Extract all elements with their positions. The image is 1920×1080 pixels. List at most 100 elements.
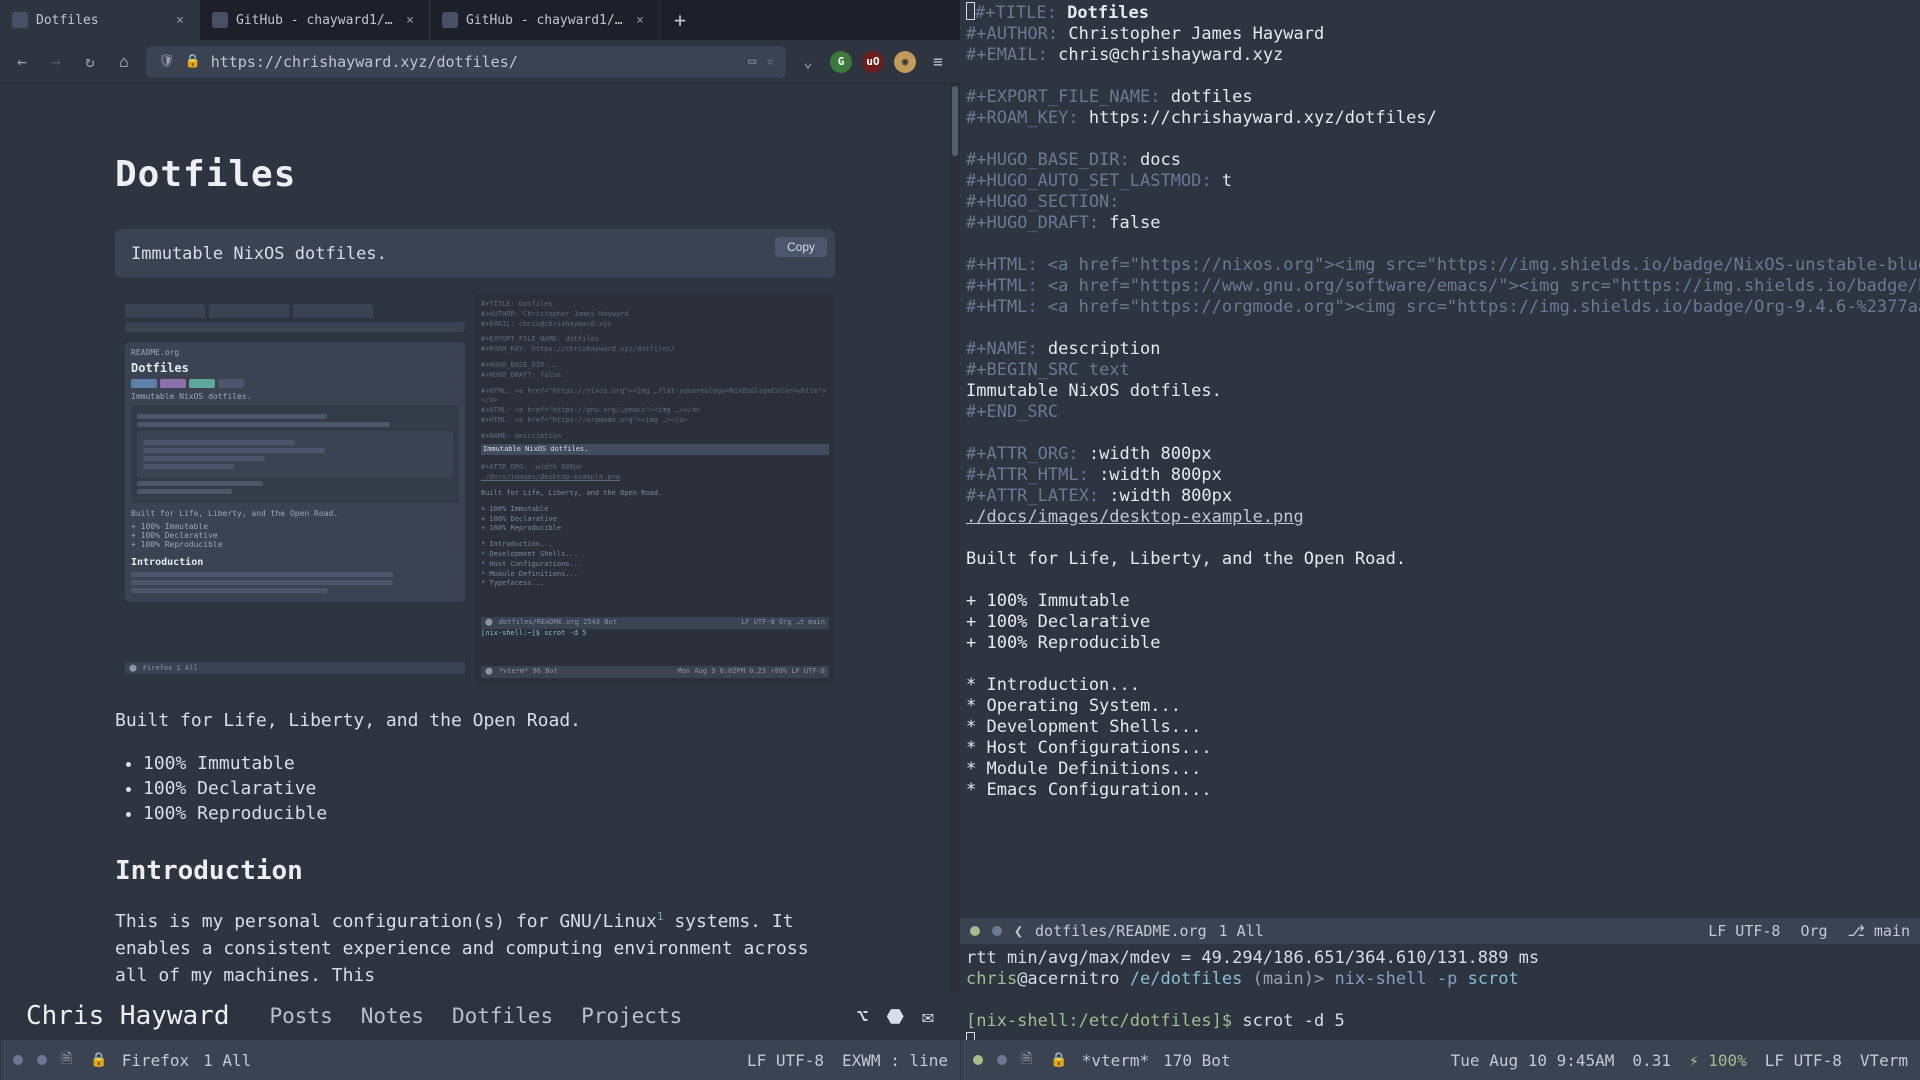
- url-bar[interactable]: 🛡 🔒 https://chrishayward.xyz/dotfiles/ ▭…: [146, 46, 786, 78]
- lock-icon: 🔒: [1050, 1052, 1067, 1068]
- battery-icon: ⚡: [1689, 1051, 1699, 1070]
- shot-feat-r: + 100% Reproducible: [481, 524, 829, 534]
- firefox-pane: Dotfiles × GitHub - chayward1/dotf × Git…: [0, 0, 960, 1040]
- major-mode: EXWM : line: [842, 1051, 948, 1070]
- editor-modeline: ❮ dotfiles/README.org 1 All LF UTF-8 Org…: [960, 918, 1920, 944]
- shot-outline: * Host Configurations...: [481, 560, 829, 570]
- buffer-position: 1 All: [203, 1051, 251, 1070]
- shot-intro-heading: Introduction: [131, 557, 459, 568]
- tab-github-1[interactable]: GitHub - chayward1/dotf ×: [200, 0, 430, 40]
- shot-outline: * Development Shells...: [481, 550, 829, 560]
- reload-button[interactable]: ↻: [78, 50, 102, 74]
- gitlab-icon[interactable]: ⬣: [886, 1004, 903, 1028]
- forward-button[interactable]: →: [44, 50, 68, 74]
- shot-tab: [293, 304, 373, 318]
- tab-dotfiles[interactable]: Dotfiles ×: [0, 0, 200, 40]
- shot-outline: * Typefacess...: [481, 579, 829, 589]
- shot-built: Built for Life, Liberty, and the Open Ro…: [131, 509, 459, 518]
- desktop-screenshot: README.org Dotfiles Immutable NixOS dotf…: [115, 294, 835, 684]
- encoding: LF UTF-8: [1708, 922, 1780, 940]
- github-icon[interactable]: ⌥: [856, 1004, 868, 1028]
- new-tab-button[interactable]: +: [660, 0, 700, 40]
- shot-tab: [209, 304, 289, 318]
- shield-icon[interactable]: 🛡: [158, 54, 175, 69]
- shot-feat-r: + 100% Immutable: [481, 505, 829, 515]
- term-branch: (main)>: [1242, 969, 1324, 989]
- shot-addressbar: [125, 322, 465, 332]
- term-cmd2: scrot -d 5: [1232, 1011, 1345, 1031]
- social-icons: ⌥ ⬣ ✉: [856, 1004, 934, 1028]
- close-icon[interactable]: ×: [173, 13, 187, 28]
- term-cmd: nix-shell: [1324, 969, 1426, 989]
- tab-github-2[interactable]: GitHub - chayward1/dotf ×: [430, 0, 660, 40]
- major-mode: VTerm: [1860, 1051, 1908, 1070]
- exwm-modeline-row: 🔒 Firefox 1 All LF UTF-8 EXWM : line 🔒 *…: [0, 1040, 1920, 1080]
- site-brand[interactable]: Chris Hayward: [26, 1001, 230, 1031]
- extension-3-icon[interactable]: ◉: [894, 51, 916, 73]
- extension-1-icon[interactable]: G: [830, 51, 852, 73]
- nav-dotfiles[interactable]: Dotfiles: [452, 1004, 553, 1028]
- shot-badge: [218, 379, 244, 388]
- encoding: LF UTF-8: [747, 1051, 824, 1070]
- nav-projects[interactable]: Projects: [581, 1004, 682, 1028]
- evil-state-icon: [970, 926, 980, 936]
- term-user: chris: [966, 969, 1017, 989]
- clock: Tue Aug 10 9:45AM: [1451, 1051, 1615, 1070]
- modified-icon: [997, 1055, 1007, 1065]
- description-codeblock: Immutable NixOS dotfiles. Copy: [115, 229, 835, 278]
- evil-state-icon: [13, 1055, 23, 1065]
- close-icon[interactable]: ×: [403, 13, 417, 28]
- shot-built-right: Built for Life, Liberty, and the Open Ro…: [481, 489, 829, 499]
- browser-toolbar: ← → ↻ ⌂ 🛡 🔒 https://chrishayward.xyz/dot…: [0, 40, 960, 84]
- feature-list: 100% Immutable 100% Declarative 100% Rep…: [115, 753, 835, 824]
- lock-icon[interactable]: 🔒: [185, 54, 201, 69]
- bookmark-icon[interactable]: ☆: [766, 54, 774, 69]
- modified-icon: [992, 926, 1002, 936]
- description-text: Immutable NixOS dotfiles.: [131, 244, 387, 264]
- load-avg: 0.31: [1632, 1051, 1671, 1070]
- intro-paragraph: This is my personal configuration(s) for…: [115, 908, 835, 989]
- shot-feat: + 100% Reproducible: [131, 540, 459, 549]
- left-modeline: 🔒 Firefox 1 All LF UTF-8 EXWM : line: [0, 1040, 960, 1080]
- back-button[interactable]: ←: [10, 50, 34, 74]
- url-text: https://chrishayward.xyz/dotfiles/: [211, 53, 739, 71]
- shot-badge: [131, 379, 157, 388]
- shot-heading: Dotfiles: [131, 361, 459, 375]
- tab-title: Dotfiles: [36, 13, 165, 28]
- favicon-icon: [212, 12, 228, 28]
- term-arg: scrot: [1457, 969, 1518, 989]
- copy-button[interactable]: Copy: [775, 237, 827, 257]
- doc-icon: [61, 1048, 76, 1072]
- pocket-icon[interactable]: ⌄: [796, 50, 820, 74]
- buffer-name: Firefox: [122, 1051, 189, 1070]
- intro-text-1: This is my personal configuration(s) for…: [115, 911, 657, 932]
- mail-icon[interactable]: ✉: [922, 1004, 934, 1028]
- favicon-icon: [12, 12, 28, 28]
- tab-strip: Dotfiles × GitHub - chayward1/dotf × Git…: [0, 0, 960, 40]
- shot-badge: [189, 379, 215, 388]
- vterm-buffer[interactable]: rtt min/avg/max/mdev = 49.294/186.651/36…: [960, 944, 1920, 1040]
- nav-notes[interactable]: Notes: [361, 1004, 424, 1028]
- hamburger-menu-icon[interactable]: ≡: [926, 50, 950, 74]
- term-ps2: [nix-shell:/etc/dotfiles]$: [966, 1011, 1232, 1031]
- home-button[interactable]: ⌂: [112, 50, 136, 74]
- shot-outline: * Introduction...: [481, 540, 829, 550]
- close-icon[interactable]: ×: [633, 13, 647, 28]
- buffer-name: dotfiles/README.org: [1035, 922, 1207, 940]
- term-flag: -p: [1427, 969, 1458, 989]
- feature-item: 100% Declarative: [143, 778, 835, 799]
- term-line: rtt min/avg/max/mdev = 49.294/186.651/36…: [966, 948, 1539, 968]
- term-host: @acernitro: [1017, 969, 1119, 989]
- buffer-position: 1 All: [1219, 922, 1264, 940]
- intro-heading: Introduction: [115, 856, 835, 886]
- nav-posts[interactable]: Posts: [270, 1004, 333, 1028]
- shot-tab: [125, 304, 205, 318]
- extension-2-icon[interactable]: uO: [862, 51, 884, 73]
- tagline: Built for Life, Liberty, and the Open Ro…: [115, 710, 835, 731]
- scrollbar[interactable]: [950, 84, 960, 1040]
- org-buffer[interactable]: #+TITLE: Dotfiles #+AUTHOR: Christopher …: [960, 0, 1920, 918]
- page-title: Dotfiles: [115, 154, 835, 195]
- scrollbar-thumb[interactable]: [952, 86, 958, 156]
- reader-mode-icon[interactable]: ▭: [748, 54, 756, 69]
- branch-name: main: [1874, 922, 1910, 940]
